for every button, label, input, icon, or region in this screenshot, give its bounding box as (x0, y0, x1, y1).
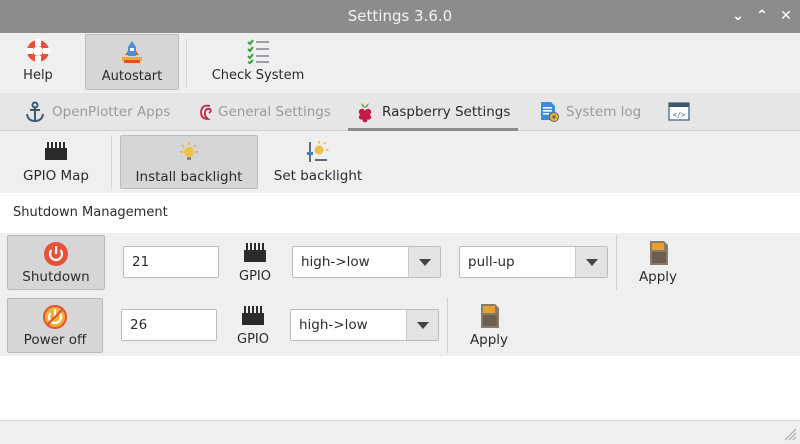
poweroff-pin-input[interactable]: 26 (121, 309, 217, 341)
power-icon (44, 242, 68, 266)
chevron-down-icon[interactable] (575, 247, 607, 277)
close-icon[interactable]: ✕ (776, 6, 796, 26)
shutdown-apply-button[interactable]: Apply (628, 240, 688, 288)
shutdown-row: Shutdown 21 GPIO high->low pull-up Apply (0, 233, 800, 292)
resize-grip-icon[interactable] (783, 427, 797, 441)
shutdown-label: Shutdown (22, 269, 90, 285)
shutdown-gpio: GPIO (235, 241, 275, 287)
poweroff-row: Power off 26 GPIO high->low Apply (0, 292, 800, 356)
check-system-button[interactable]: Check System (206, 34, 310, 90)
gpio-chip-icon (242, 306, 264, 325)
tab-label: System log (566, 104, 642, 120)
backlight-bulb-icon (180, 142, 198, 160)
code-window-icon: </> (668, 102, 690, 121)
gpio-label: GPIO (237, 332, 269, 347)
sd-card-icon (650, 241, 668, 265)
gpio-chip-icon (244, 243, 266, 262)
power-off-button[interactable]: Power off (7, 298, 103, 353)
select-value: high->low (301, 254, 370, 270)
title-bar: Settings 3.6.0 ⌄ ⌃ ✕ (0, 0, 800, 33)
install-backlight-label: Install backlight (135, 169, 243, 185)
tab-label: OpenPlotter Apps (52, 104, 171, 120)
gpio-map-label: GPIO Map (23, 168, 89, 184)
power-off-disabled-icon (43, 305, 67, 329)
svg-text:</>: </> (673, 111, 686, 119)
help-button[interactable]: Help (10, 34, 66, 90)
section-title: Shutdown Management (13, 205, 168, 220)
anchor-icon (26, 101, 44, 123)
status-bar (0, 420, 800, 444)
power-off-label: Power off (23, 332, 87, 348)
raspberry-icon (358, 103, 372, 123)
shutdown-pin-input[interactable]: 21 (123, 246, 219, 278)
backlight-slider-icon (307, 141, 329, 162)
gpio-label: GPIO (239, 269, 271, 284)
tab-raspberry-settings[interactable]: Raspberry Settings (348, 93, 518, 131)
tab-code[interactable]: </> (662, 93, 696, 131)
main-toolbar: Help Autostart Check System (0, 33, 800, 93)
install-backlight-button[interactable]: Install backlight (120, 135, 258, 189)
shutdown-edge-select[interactable]: high->low (292, 246, 441, 278)
select-value: pull-up (468, 254, 515, 270)
poweroff-edge-select[interactable]: high->low (290, 309, 439, 341)
autostart-button[interactable]: Autostart (85, 34, 179, 90)
tab-bar: OpenPlotter Apps General Settings Raspbe… (0, 93, 800, 131)
row-divider (616, 235, 617, 290)
poweroff-gpio: GPIO (233, 304, 273, 350)
tab-openplotter-apps[interactable]: OpenPlotter Apps (18, 93, 171, 131)
tab-general-settings[interactable]: General Settings (190, 93, 338, 131)
tab-label: Raspberry Settings (382, 104, 511, 120)
chevron-down-icon[interactable] (406, 310, 438, 340)
apply-label: Apply (469, 332, 509, 348)
log-gear-icon (541, 102, 559, 122)
subtoolbar-divider (111, 135, 112, 189)
raspberry-subtoolbar: GPIO Map Install backlight Set backlight (0, 131, 800, 193)
apply-label: Apply (638, 269, 678, 285)
shutdown-button[interactable]: Shutdown (7, 235, 105, 290)
chevron-down-icon[interactable] (408, 247, 440, 277)
gpio-chip-icon (45, 142, 67, 160)
set-backlight-label: Set backlight (273, 168, 363, 184)
debian-swirl-icon (200, 104, 212, 120)
shutdown-pull-select[interactable]: pull-up (459, 246, 608, 278)
maximize-icon[interactable]: ⌃ (752, 6, 772, 26)
minimize-icon[interactable]: ⌄ (728, 6, 748, 26)
checklist-icon (247, 39, 269, 64)
set-backlight-button[interactable]: Set backlight (268, 135, 368, 189)
window-title: Settings 3.6.0 (347, 7, 453, 25)
check-system-label: Check System (211, 68, 305, 83)
rocket-icon (122, 41, 142, 63)
shutdown-section: Shutdown Management (0, 193, 800, 233)
toolbar-divider (186, 39, 187, 87)
tab-system-log[interactable]: System log (532, 93, 648, 131)
tab-label: General Settings (218, 104, 331, 120)
autostart-label: Autostart (101, 69, 163, 84)
select-value: high->low (299, 317, 368, 333)
gpio-map-button[interactable]: GPIO Map (12, 135, 100, 189)
sd-card-icon (481, 304, 499, 328)
help-label: Help (23, 68, 53, 83)
poweroff-apply-button[interactable]: Apply (459, 303, 519, 351)
row-divider (447, 298, 448, 353)
help-lifebuoy-icon (26, 39, 50, 63)
